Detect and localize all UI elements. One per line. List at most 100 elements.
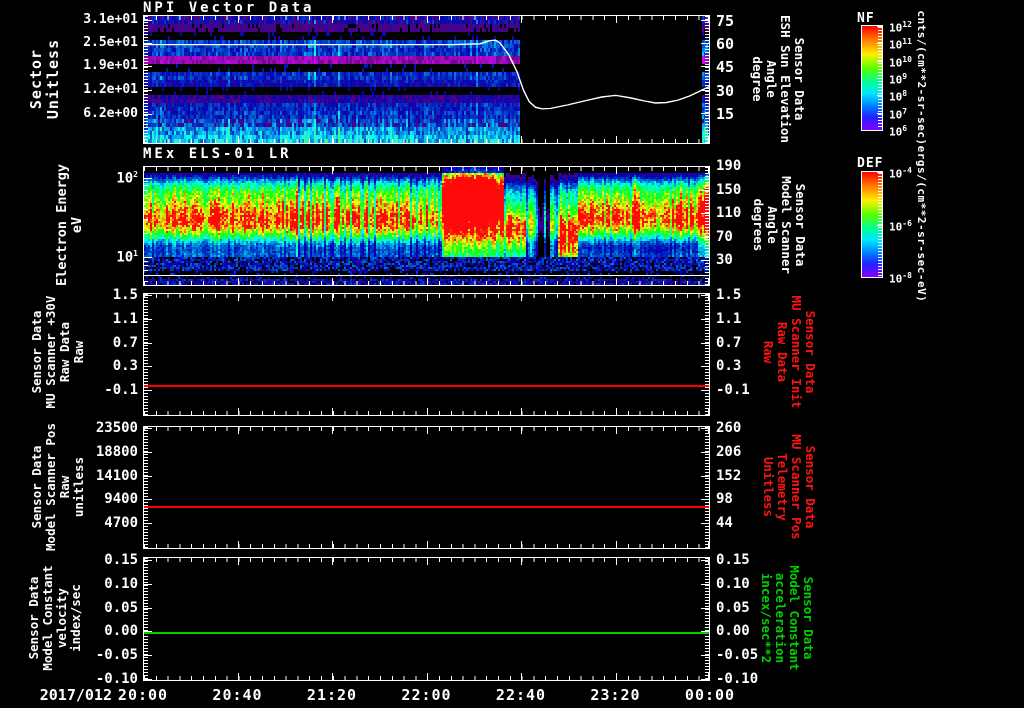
- y-tick-label: 45: [716, 58, 735, 76]
- y-major-tick: [701, 584, 709, 585]
- x-major-tick: [332, 673, 333, 680]
- y-major-tick: [144, 523, 152, 524]
- colorbar-minor-ticks: [878, 27, 882, 129]
- y-tick-label: 260: [716, 420, 742, 436]
- y-tick-label: 14100: [95, 468, 138, 484]
- x-major-tick: [521, 16, 522, 23]
- y-major-tick: [144, 90, 152, 91]
- y-major-tick: [144, 390, 152, 391]
- x-major-tick: [238, 673, 239, 680]
- y-major-tick: [144, 560, 152, 561]
- x-tick-label: 20:40: [212, 686, 263, 704]
- y-tick-label: -0.1: [716, 382, 750, 398]
- x-major-tick: [143, 167, 144, 174]
- y-major-tick: [701, 428, 709, 429]
- y-tick-label: 0.05: [104, 600, 138, 616]
- series-line: [144, 632, 709, 634]
- colorbar-tick-label: 107: [889, 107, 908, 122]
- x-major-tick: [427, 673, 428, 680]
- y-major-tick: [144, 257, 152, 258]
- y-minor-ticks: [705, 558, 709, 680]
- x-major-tick: [238, 408, 239, 415]
- y-tick-label: 150: [716, 182, 742, 198]
- y-tick-label: 75: [716, 12, 735, 30]
- y-major-tick: [701, 476, 709, 477]
- y-major-tick: [144, 679, 152, 680]
- x-major-tick: [332, 294, 333, 301]
- y-tick-label: 44: [716, 515, 733, 531]
- y-tick-label: 60: [716, 35, 735, 53]
- y-tick-label: 30: [716, 82, 735, 100]
- colorbar-tick-label: 106: [889, 124, 908, 139]
- y-log-minor-tick: [144, 233, 148, 234]
- y-tick-label: 0.10: [104, 576, 138, 592]
- x-major-tick: [143, 541, 144, 548]
- y-tick-label: 0.3: [112, 358, 138, 374]
- y-major-tick: [701, 260, 709, 261]
- y-tick-label: 30: [716, 252, 733, 268]
- y-tick-label: 0.00: [716, 623, 750, 639]
- y-tick-label: 9400: [104, 491, 138, 507]
- y-log-minor-tick: [144, 190, 148, 191]
- y-major-tick: [144, 366, 152, 367]
- colorbar-tick-label: 1012: [889, 20, 912, 35]
- x-major-tick: [427, 136, 428, 143]
- y-major-tick: [144, 584, 152, 585]
- colorbar-tick-label: 1011: [889, 37, 912, 52]
- y-tick-label: -0.05: [716, 647, 759, 663]
- y-major-tick: [701, 523, 709, 524]
- y-major-tick: [701, 343, 709, 344]
- x-major-tick: [238, 136, 239, 143]
- els-spectrogram-canvas: [144, 167, 709, 285]
- x-major-tick: [332, 278, 333, 285]
- x-major-tick: [332, 558, 333, 565]
- nf-colorbar-units-text: cnts/(cm**2-sr-sec): [915, 10, 928, 146]
- y-major-tick: [144, 476, 152, 477]
- x-major-tick: [708, 408, 709, 415]
- y-major-tick: [701, 499, 709, 500]
- y-tick-label: 15: [716, 105, 735, 123]
- y-major-tick: [144, 499, 152, 500]
- y-major-tick: [144, 428, 152, 429]
- y-major-tick: [144, 608, 152, 609]
- x-tick-label: 21:20: [306, 686, 358, 704]
- y-major-tick: [701, 679, 709, 680]
- y-tick-label: -0.10: [716, 671, 759, 687]
- y-tick-label: 0.15: [716, 552, 750, 568]
- y-log-minor-tick: [144, 209, 148, 210]
- y-tick-label: 4700: [104, 515, 138, 531]
- def-colorbar-units-text: ergs/(cm**2-sr-sec-eV): [915, 145, 928, 303]
- y-tick-label: 18800: [95, 444, 138, 460]
- y-major-tick: [701, 166, 709, 167]
- x-major-tick: [521, 408, 522, 415]
- y-tick-label: 1.1: [716, 311, 742, 327]
- y-major-tick: [701, 20, 709, 21]
- y-minor-ticks: [144, 558, 148, 680]
- y-tick-label: 70: [716, 229, 733, 245]
- y-tick-label: 0.10: [716, 576, 750, 592]
- x-major-tick: [708, 278, 709, 285]
- y-tick-label: 190: [716, 158, 742, 174]
- x-major-tick: [616, 427, 617, 434]
- y-major-tick: [144, 319, 152, 320]
- x-major-tick: [521, 673, 522, 680]
- x-major-tick: [143, 408, 144, 415]
- y-tick-label: 1.2e+01: [83, 82, 138, 97]
- x-major-tick: [427, 167, 428, 174]
- x-major-tick: [427, 541, 428, 548]
- y-major-tick: [144, 114, 152, 115]
- y-major-tick: [701, 319, 709, 320]
- x-major-tick: [332, 167, 333, 174]
- y-major-tick: [144, 295, 152, 296]
- y-tick-label: 0.00: [104, 623, 138, 639]
- y-tick-label: 0.7: [716, 335, 742, 351]
- model-constant-velocity-panel: [143, 557, 710, 681]
- x-major-tick: [427, 16, 428, 23]
- y-log-minor-tick: [144, 281, 148, 282]
- x-axis-date-label: 2017/012: [39, 686, 112, 704]
- x-major-tick: [521, 136, 522, 143]
- colorbar-tick-label: 10-8: [889, 271, 912, 286]
- els-spectrogram-panel: [143, 166, 710, 286]
- y-tick-label: 23500: [95, 420, 138, 436]
- y-tick-label: 152: [716, 468, 742, 484]
